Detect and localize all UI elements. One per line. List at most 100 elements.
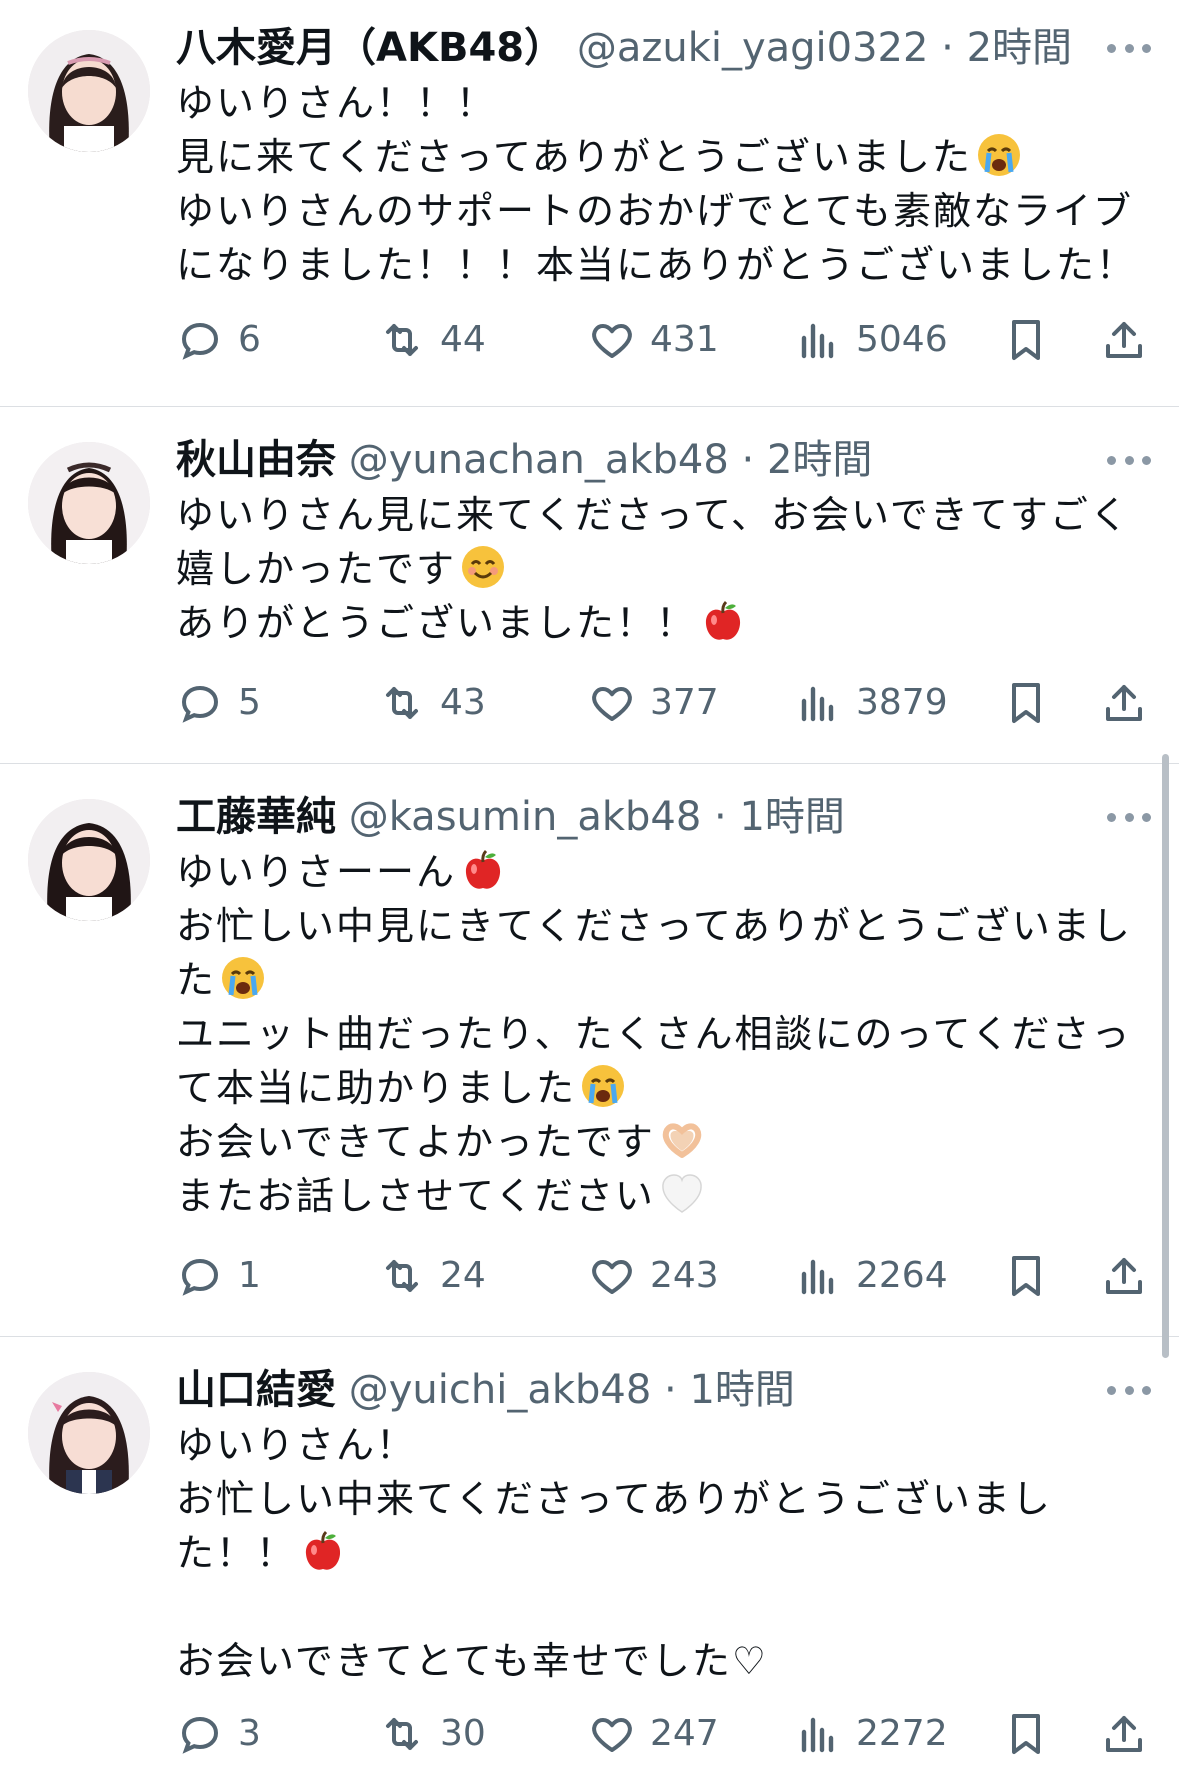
tweet-text-line: またお話しさせてください bbox=[176, 1174, 655, 1218]
tweet-header: 秋山由奈 @yunachan_akb48 · 2時間 bbox=[176, 432, 1159, 488]
user-handle[interactable]: @kasumin_akb48 bbox=[349, 794, 702, 840]
retweet-count: 30 bbox=[440, 1713, 486, 1754]
crying-face-emoji bbox=[222, 957, 265, 999]
tweet-text: ゆいりさーーん お忙しい中見にきてくださってありがとうございまし た ユニット曲… bbox=[176, 845, 1136, 1223]
reply-button[interactable]: 6 bbox=[176, 310, 261, 370]
tweet-text-line: た bbox=[176, 958, 217, 1002]
heart-hands-emoji bbox=[662, 1123, 702, 1158]
tweet[interactable]: 秋山由奈 @yunachan_akb48 · 2時間 ゆいりさん見に来てくださっ… bbox=[0, 407, 1179, 763]
retweet-button[interactable]: 24 bbox=[378, 1246, 486, 1306]
more-options-icon[interactable] bbox=[1107, 26, 1151, 70]
avatar[interactable] bbox=[28, 442, 150, 564]
display-name[interactable]: 八木愛月（AKB48） bbox=[176, 25, 564, 71]
view-count: 5046 bbox=[856, 319, 948, 360]
retweet-button[interactable]: 43 bbox=[378, 673, 486, 733]
like-button[interactable]: 431 bbox=[588, 310, 719, 370]
timestamp[interactable]: 1時間 bbox=[689, 1367, 794, 1413]
display-name[interactable]: 工藤華純 bbox=[176, 794, 336, 840]
tweet-text-line: お忙しい中見にきてくださってありがとうございまし bbox=[176, 904, 1132, 948]
tweet-text-line: になりました！！！本当にありがとうございました！ bbox=[176, 243, 1137, 287]
tweet-actions: 3 30 247 2272 bbox=[176, 1704, 1148, 1764]
retweet-button[interactable]: 30 bbox=[378, 1704, 486, 1764]
views-button[interactable]: 5046 bbox=[794, 310, 948, 370]
bookmark-icon[interactable] bbox=[1002, 316, 1050, 364]
timestamp[interactable]: 2時間 bbox=[967, 25, 1072, 71]
heart-icon bbox=[592, 1260, 632, 1294]
analytics-icon bbox=[801, 686, 834, 722]
share-icon[interactable] bbox=[1100, 1252, 1148, 1300]
user-handle[interactable]: @azuki_yagi0322 bbox=[577, 25, 929, 71]
view-count: 2264 bbox=[856, 1255, 948, 1296]
tweet-text-line: 嬉しかったです bbox=[176, 547, 457, 591]
tweet-header: 八木愛月（AKB48） @azuki_yagi0322 · 2時間 bbox=[176, 20, 1159, 76]
views-button[interactable]: 2264 bbox=[794, 1246, 948, 1306]
retweet-button[interactable]: 44 bbox=[378, 310, 486, 370]
more-options-icon[interactable] bbox=[1107, 1368, 1151, 1412]
tweet-text-line: お会いできてとても幸せでした♡ bbox=[176, 1639, 768, 1683]
red-apple-emoji bbox=[305, 1530, 341, 1570]
white-heart-emoji bbox=[662, 1174, 702, 1213]
separator-dot: · bbox=[741, 437, 755, 483]
retweet-icon bbox=[386, 324, 418, 356]
more-options-icon[interactable] bbox=[1107, 795, 1151, 839]
tweet-header: 山口結愛 @yuichi_akb48 · 1時間 bbox=[176, 1362, 1159, 1418]
user-handle[interactable]: @yuichi_akb48 bbox=[349, 1367, 652, 1413]
tweet-text-line: た！！ bbox=[176, 1531, 297, 1575]
tweet[interactable]: 八木愛月（AKB48） @azuki_yagi0322 · 2時間 ゆいりさん！… bbox=[0, 0, 1179, 406]
retweet-icon bbox=[386, 1260, 418, 1292]
tweet-text-line: ありがとうございました！！ bbox=[176, 601, 697, 645]
views-button[interactable]: 3879 bbox=[794, 673, 948, 733]
view-count: 3879 bbox=[856, 682, 948, 723]
crying-face-emoji bbox=[582, 1065, 625, 1107]
bookmark-icon[interactable] bbox=[1002, 679, 1050, 727]
like-button[interactable]: 247 bbox=[588, 1704, 719, 1764]
tweet[interactable]: 工藤華純 @kasumin_akb48 · 1時間 ゆいりさーーん お忙しい中見… bbox=[0, 764, 1179, 1336]
more-options-icon[interactable] bbox=[1107, 438, 1151, 482]
views-button[interactable]: 2272 bbox=[794, 1704, 948, 1764]
tweet-header: 工藤華純 @kasumin_akb48 · 1時間 bbox=[176, 789, 1159, 845]
tweet-text-line: ゆいりさん！ bbox=[176, 1423, 417, 1467]
retweet-count: 44 bbox=[440, 319, 486, 360]
like-button[interactable]: 243 bbox=[588, 1246, 719, 1306]
bookmark-icon[interactable] bbox=[1002, 1710, 1050, 1758]
tweet-actions: 1 24 243 2264 bbox=[176, 1246, 1148, 1306]
red-apple-emoji bbox=[465, 849, 501, 889]
red-apple-emoji bbox=[705, 600, 741, 640]
share-icon[interactable] bbox=[1100, 316, 1148, 364]
tweet-text: ゆいりさん見に来てくださって、お会いできてすごく 嬉しかったです ありがとうござ… bbox=[176, 488, 1136, 650]
avatar[interactable] bbox=[28, 1372, 150, 1494]
like-count: 243 bbox=[650, 1255, 719, 1296]
retweet-icon bbox=[386, 687, 418, 719]
like-count: 431 bbox=[650, 319, 719, 360]
heart-icon bbox=[592, 1718, 632, 1752]
separator-dot: · bbox=[714, 794, 727, 840]
reply-count: 6 bbox=[238, 319, 261, 360]
bookmark-icon[interactable] bbox=[1002, 1252, 1050, 1300]
smiling-face-emoji bbox=[462, 546, 505, 588]
reply-button[interactable]: 1 bbox=[176, 1246, 261, 1306]
reply-button[interactable]: 3 bbox=[176, 1704, 261, 1764]
separator-dot: · bbox=[664, 1367, 677, 1413]
scrollbar[interactable] bbox=[1162, 754, 1169, 1358]
timestamp[interactable]: 2時間 bbox=[767, 437, 872, 483]
retweet-count: 24 bbox=[440, 1255, 486, 1296]
share-icon[interactable] bbox=[1100, 1710, 1148, 1758]
tweet-text-line: て本当に助かりました bbox=[176, 1066, 577, 1110]
display-name[interactable]: 秋山由奈 bbox=[176, 437, 336, 483]
user-handle[interactable]: @yunachan_akb48 bbox=[349, 437, 729, 483]
display-name[interactable]: 山口結愛 bbox=[176, 1367, 336, 1413]
avatar[interactable] bbox=[28, 799, 150, 921]
reply-icon bbox=[181, 1716, 219, 1754]
tweet-text-line: ゆいりさんのサポートのおかげでとても素敵なライブ bbox=[176, 189, 1133, 233]
tweet-text-line: ゆいりさん見に来てくださって、お会いできてすごく bbox=[176, 493, 1130, 537]
tweet[interactable]: 山口結愛 @yuichi_akb48 · 1時間 ゆいりさん！ お忙しい中来てく… bbox=[0, 1337, 1179, 1784]
share-icon[interactable] bbox=[1100, 679, 1148, 727]
retweet-count: 43 bbox=[440, 682, 486, 723]
like-button[interactable]: 377 bbox=[588, 673, 719, 733]
analytics-icon bbox=[801, 1259, 834, 1295]
analytics-icon bbox=[801, 1717, 834, 1753]
timestamp[interactable]: 1時間 bbox=[739, 794, 844, 840]
reply-button[interactable]: 5 bbox=[176, 673, 261, 733]
avatar[interactable] bbox=[28, 30, 150, 152]
tweet-text-line: ゆいりさん！！！ bbox=[176, 81, 497, 125]
